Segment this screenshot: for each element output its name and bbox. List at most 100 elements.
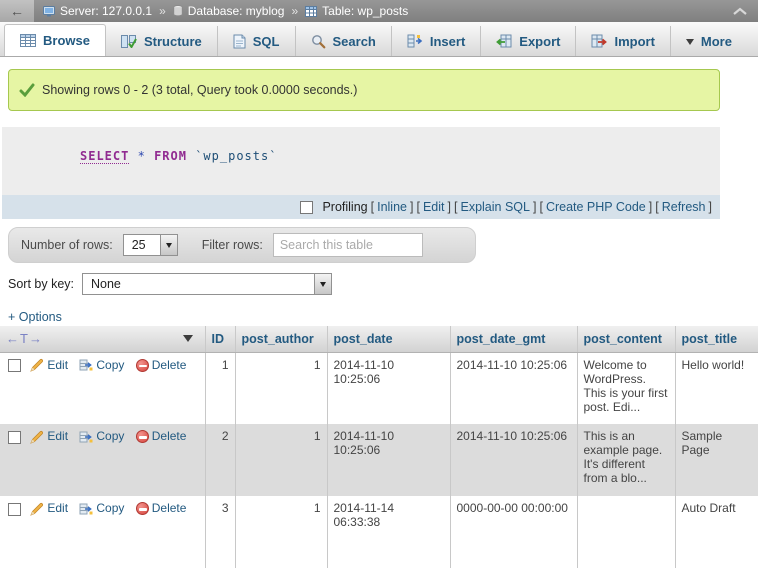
collapse-icon[interactable] [728,5,752,18]
copy-icon [79,430,93,444]
cell-id: 3 [205,496,235,568]
tab-label: Structure [144,34,202,49]
cell-id: 1 [205,352,235,424]
tab-label: Search [333,34,376,49]
database-icon [173,5,183,17]
cell-post-content [577,496,675,568]
sort-by-key-select[interactable]: None [82,273,332,295]
pencil-icon [30,502,44,516]
cell-post-title: Hello world! [675,352,758,424]
profiling-checkbox[interactable] [300,201,313,214]
explain-sql-link[interactable]: Explain SQL [460,200,529,214]
inline-link[interactable]: Inline [377,200,407,214]
copy-link[interactable]: Copy [96,358,124,372]
column-header-post-author[interactable]: post_author [235,326,327,352]
table-row: Edit Copy Delete 3 1 2014-11-14 06:33:38… [0,496,758,568]
bracket: ] [649,200,652,214]
breadcrumb-table[interactable]: Table: wp_posts [322,4,408,18]
tab-browse[interactable]: Browse [4,24,106,56]
bracket: [ [539,200,542,214]
bracket: [ [655,200,658,214]
cell-post-content: This is an example page. It's different … [577,424,675,496]
dropdown-arrow-icon [160,235,177,255]
breadcrumb-separator: » [159,4,166,18]
pencil-icon [30,430,44,444]
options-toggle-link[interactable]: + Options [8,310,62,324]
sort-by-key-value: None [83,274,314,294]
bracket: ] [709,200,712,214]
column-header-post-content[interactable]: post_content [577,326,675,352]
tab-search[interactable]: Search [296,26,392,56]
tab-label: Insert [430,34,465,49]
insert-icon [407,34,423,48]
bracket: [ [454,200,457,214]
column-header-post-date-gmt[interactable]: post_date_gmt [450,326,577,352]
breadcrumb-server[interactable]: Server: 127.0.0.1 [60,4,152,18]
sql-keyword-from: FROM [154,149,187,163]
copy-link[interactable]: Copy [96,429,124,443]
refresh-link[interactable]: Refresh [662,200,706,214]
header-actions: ←T→ [0,326,205,352]
filter-rows-label: Filter rows: [202,238,263,252]
column-header-post-title[interactable]: post_title [675,326,758,352]
cell-post-date: 2014-11-10 10:25:06 [327,352,450,424]
column-header-post-date[interactable]: post_date [327,326,450,352]
tab-more[interactable]: More [671,26,747,56]
edit-query-link[interactable]: Edit [423,200,445,214]
bracket: [ [371,200,374,214]
export-icon [496,34,512,48]
bracket: ] [448,200,451,214]
table-body: Edit Copy Delete 1 1 2014-11-10 10:25:06… [0,352,758,568]
sql-query-text: SELECT * FROM `wp_posts` [2,127,720,195]
profiling-bar: Profiling [ Inline ] [ Edit ] [ Explain … [2,195,720,219]
cell-post-date: 2014-11-14 06:33:38 [327,496,450,568]
column-header-id[interactable]: ID [205,326,235,352]
delete-icon [136,502,149,515]
edit-link[interactable]: Edit [47,358,68,372]
sql-icon [233,34,246,49]
bracket: [ [416,200,419,214]
delete-icon [136,359,149,372]
copy-link[interactable]: Copy [96,501,124,515]
tab-structure[interactable]: Structure [106,26,218,56]
tab-export[interactable]: Export [481,26,576,56]
number-of-rows-select[interactable]: 25 [123,234,178,256]
sql-query-box: SELECT * FROM `wp_posts` Profiling [ Inl… [2,127,720,219]
profiling-label: Profiling [322,200,367,214]
breadcrumb-separator: » [291,4,298,18]
column-order-arrows[interactable]: ←T→ [6,331,43,346]
copy-icon [79,358,93,372]
row-checkbox[interactable] [8,431,21,444]
tab-sql[interactable]: SQL [218,26,296,56]
tab-insert[interactable]: Insert [392,26,481,56]
cell-post-author: 1 [235,496,327,568]
sql-keyword-select[interactable]: SELECT [80,149,129,164]
cell-post-date-gmt: 2014-11-10 10:25:06 [450,352,577,424]
delete-link[interactable]: Delete [152,429,187,443]
sort-options-toggle-icon[interactable] [183,335,193,347]
row-checkbox[interactable] [8,359,21,372]
pencil-icon [30,358,44,372]
browse-icon [20,34,36,47]
delete-link[interactable]: Delete [152,501,187,515]
row-checkbox[interactable] [8,503,21,516]
table-header-row: ←T→ ID post_author post_date post_date_g… [0,326,758,352]
search-icon [311,34,326,49]
success-check-icon [19,83,35,97]
edit-link[interactable]: Edit [47,501,68,515]
breadcrumb-database[interactable]: Database: myblog [188,4,285,18]
sort-row: Sort by key: None [8,271,758,297]
cell-post-title: Auto Draft [675,496,758,568]
cell-post-date: 2014-11-10 10:25:06 [327,424,450,496]
edit-link[interactable]: Edit [47,429,68,443]
delete-link[interactable]: Delete [152,358,187,372]
tab-import[interactable]: Import [576,26,670,56]
back-button[interactable]: ← [0,0,34,22]
cell-post-author: 1 [235,424,327,496]
tab-bar: Browse Structure SQL Search Insert Expor… [0,22,758,57]
filter-rows-input[interactable] [273,233,423,257]
tab-label: Browse [43,33,90,48]
breadcrumb: ← Server: 127.0.0.1 » Database: myblog »… [0,0,758,22]
create-php-code-link[interactable]: Create PHP Code [546,200,646,214]
rows-control-box: Number of rows: 25 Filter rows: [8,227,476,263]
